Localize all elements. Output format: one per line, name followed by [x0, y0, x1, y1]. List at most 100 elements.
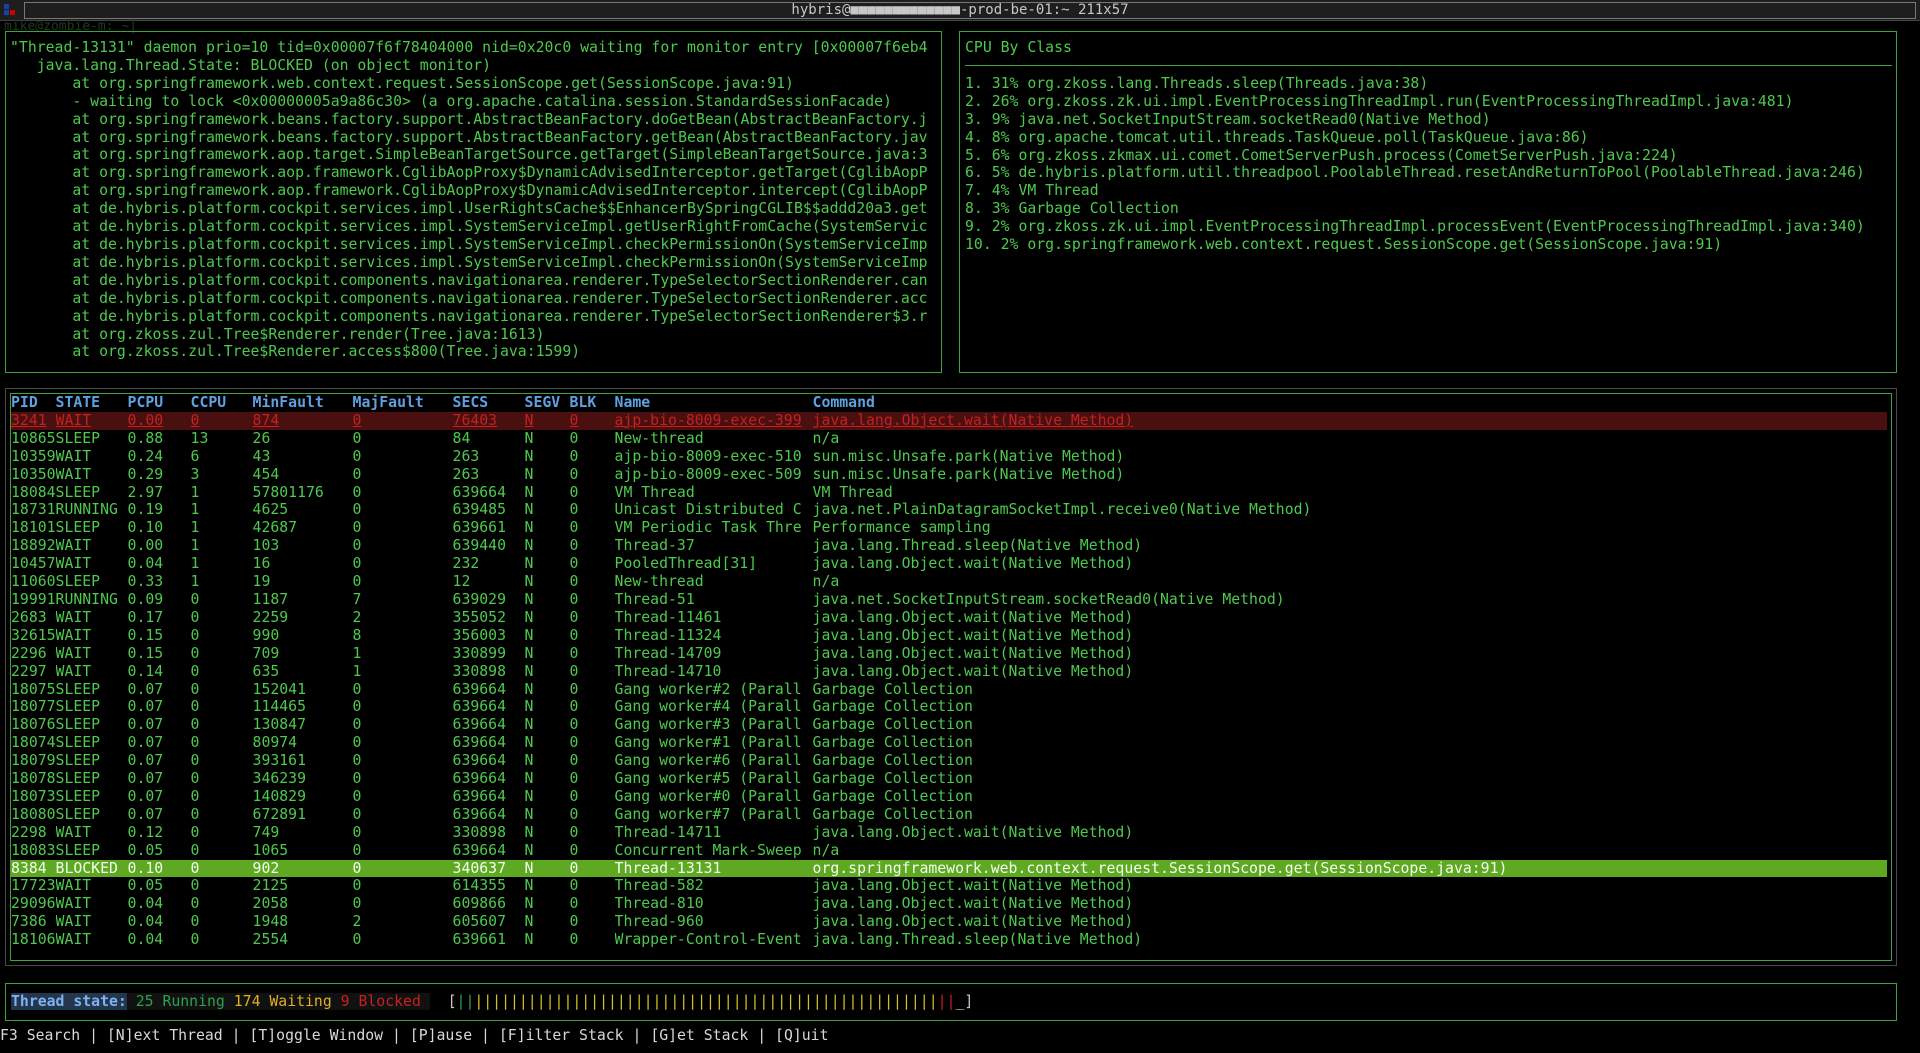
- cell-ccpu: 1: [190, 519, 200, 537]
- cell-command: sun.misc.Unsafe.park(Native Method): [812, 465, 1125, 483]
- table-row[interactable]: 18892 WAIT 0.00 1 103 0 639440 N 0 Thread-37 java.…: [11, 537, 1887, 555]
- column-header-state[interactable]: STATE: [56, 394, 128, 412]
- cell-ccpu: 0: [190, 823, 200, 841]
- cell-state: WAIT: [55, 931, 92, 949]
- cell-pid: 18106: [11, 931, 56, 949]
- cell-pcpu: 0.07: [127, 680, 164, 698]
- cell-pcpu: 0.05: [127, 841, 164, 859]
- keybinding-footer: F3 Search | [N]ext Thread | [T]oggle Win…: [0, 1027, 829, 1044]
- cell-name: Wrapper-Control-Event: [614, 931, 802, 949]
- table-row[interactable]: 18101 SLEEP 0.10 1 42687 0 639661 N 0 VM Periodic…: [11, 519, 1887, 537]
- table-row[interactable]: 2296 WAIT 0.15 0 709 1 330899 N 0 Thread-14709 jav…: [11, 645, 1887, 663]
- table-row[interactable]: 2683 WAIT 0.17 0 2259 2 355052 N 0 Thread-11461 ja…: [11, 609, 1887, 627]
- column-header-segv[interactable]: SEGV: [525, 394, 570, 412]
- cell-secs: 639664: [452, 805, 506, 823]
- table-row[interactable]: 11060 SLEEP 0.33 1 19 0 12 N 0 New-thread n/a: [11, 573, 1887, 591]
- table-row[interactable]: 32615 WAIT 0.15 0 990 8 356003 N 0 Thread-11324 ja…: [11, 627, 1887, 645]
- table-row[interactable]: 18073 SLEEP 0.07 0 140829 0 639664 N 0 Gang worke…: [11, 788, 1887, 806]
- cell-ccpu: 1: [190, 483, 200, 501]
- cell-pcpu: 0.07: [127, 787, 164, 805]
- cell-pcpu: 0.07: [127, 770, 164, 788]
- cell-segv: N: [524, 662, 534, 680]
- cell-segv: N: [524, 734, 534, 752]
- table-row[interactable]: 2297 WAIT 0.14 0 635 1 330898 N 0 Thread-14710 jav…: [11, 663, 1887, 681]
- table-row[interactable]: 18084 SLEEP 2.97 1 57801176 0 639664 N 0 VM Threa…: [11, 484, 1887, 502]
- table-row[interactable]: 29096 WAIT 0.04 0 2058 0 609866 N 0 Thread-810 jav…: [11, 895, 1887, 913]
- column-header-pid[interactable]: PID: [11, 394, 56, 412]
- table-row[interactable]: 10457 WAIT 0.04 1 16 0 232 N 0 PooledThread[31] ja…: [11, 555, 1887, 573]
- table-row[interactable]: 18076 SLEEP 0.07 0 130847 0 639664 N 0 Gang worke…: [11, 716, 1887, 734]
- stack-trace-line: at de.hybris.platform.cockpit.components…: [10, 289, 928, 307]
- table-row[interactable]: 2298 WAIT 0.12 0 749 0 330898 N 0 Thread-14711 jav…: [11, 824, 1887, 842]
- column-header-secs[interactable]: SECS: [453, 394, 525, 412]
- cell-state: WAIT: [55, 465, 92, 483]
- cell-secs: 330898: [452, 823, 506, 841]
- cell-segv: N: [524, 859, 570, 878]
- cell-majfault: 0: [352, 805, 362, 823]
- cell-name: VM Periodic Task Thre: [614, 519, 802, 537]
- table-row[interactable]: 10359 WAIT 0.24 6 43 0 263 N 0 ajp-bio-8009-exec-…: [11, 448, 1887, 466]
- stack-trace-line: at org.springframework.web.context.reque…: [10, 74, 794, 92]
- table-row[interactable]: 18079 SLEEP 0.07 0 393161 0 639664 N 0 Gang worke…: [11, 752, 1887, 770]
- cell-secs: 263: [452, 465, 480, 483]
- table-row[interactable]: 19991 RUNNING 0.09 0 1187 7 639029 N 0 Thread-51 j…: [11, 591, 1887, 609]
- cell-pid: 18892: [11, 537, 56, 555]
- table-row[interactable]: 18106 WAIT 0.04 0 2554 0 639661 N 0 Wrapper-Contr…: [11, 931, 1887, 949]
- cell-segv: N: [524, 787, 534, 805]
- cell-minfault: 2125: [252, 877, 289, 895]
- column-header-ccpu[interactable]: CCPU: [191, 394, 253, 412]
- table-row[interactable]: 17723 WAIT 0.05 0 2125 0 614355 N 0 Thread-582 jav…: [11, 877, 1887, 895]
- cell-name: Gang worker#7 (Parall: [614, 805, 802, 823]
- column-header-name[interactable]: Name: [615, 394, 813, 412]
- table-row[interactable]: 10865 SLEEP 0.88 13 26 0 84 N 0 New-thread n/a: [11, 430, 1887, 448]
- cell-blk: 0: [569, 698, 579, 716]
- table-row[interactable]: 18075 SLEEP 0.07 0 152041 0 639664 N 0 Gang worke…: [11, 681, 1887, 699]
- cell-pcpu: 0.10: [127, 859, 191, 878]
- cpu-class-item: 7. 4% VM Thread: [965, 182, 1099, 200]
- cell-secs: 12: [452, 573, 471, 591]
- cell-ccpu: 0: [190, 716, 200, 734]
- cell-secs: 76403: [452, 411, 525, 430]
- column-header-majfault[interactable]: MajFault: [353, 394, 453, 412]
- waiting-count: 174 Waiting: [233, 993, 332, 1010]
- stack-trace-line: at de.hybris.platform.cockpit.services.i…: [10, 218, 928, 236]
- cell-blk: 0: [569, 662, 579, 680]
- cell-minfault: 130847: [252, 716, 306, 734]
- cell-secs: 340637: [452, 859, 525, 878]
- table-row[interactable]: 18731 RUNNING 0.19 1 4625 0 639485 N 0 Unicast Di…: [11, 501, 1887, 519]
- stack-trace-line: - waiting to lock <0x00000005a9a86c30> (…: [10, 92, 892, 110]
- cell-majfault: 0: [352, 823, 362, 841]
- table-row[interactable]: 3241 WAIT 0.00 0 874 0 76403 N 0 ajp-bio-8009-exe…: [11, 411, 1887, 430]
- table-row[interactable]: 7386 WAIT 0.04 0 1948 2 605607 N 0 Thread-960 java…: [11, 913, 1887, 931]
- table-row[interactable]: 18080 SLEEP 0.07 0 672891 0 639664 N 0 Gang worke…: [11, 806, 1887, 824]
- cell-command: java.lang.Object.wait(Native Method): [812, 877, 1134, 895]
- table-row[interactable]: 18078 SLEEP 0.07 0 346239 0 639664 N 0 Gang worke…: [11, 770, 1887, 788]
- stack-trace-line: java.lang.Thread.State: BLOCKED (on obje…: [10, 56, 492, 74]
- table-row[interactable]: 10350 WAIT 0.29 3 454 0 263 N 0 ajp-bio-8009-exec…: [11, 466, 1887, 484]
- cell-secs: 639664: [452, 787, 506, 805]
- column-header-command[interactable]: Command: [813, 394, 1887, 412]
- cell-minfault: 1948: [252, 913, 289, 931]
- cell-name: Gang worker#5 (Parall: [614, 770, 802, 788]
- table-row[interactable]: 18077 SLEEP 0.07 0 114465 0 639664 N 0 Gang worke…: [11, 698, 1887, 716]
- cell-pid: 18079: [11, 752, 56, 770]
- column-header-blk[interactable]: BLK: [570, 394, 615, 412]
- stack-trace-line: at de.hybris.platform.cockpit.services.i…: [10, 200, 928, 218]
- table-row[interactable]: 18083 SLEEP 0.05 0 1065 0 639664 N 0 Concurrent M…: [11, 842, 1887, 860]
- cell-command: java.lang.Object.wait(Native Method): [812, 626, 1134, 644]
- cell-blk: 0: [569, 770, 579, 788]
- cell-pcpu: 0.07: [127, 752, 164, 770]
- cell-minfault: 114465: [252, 698, 306, 716]
- cell-secs: 356003: [452, 626, 506, 644]
- table-row[interactable]: 18074 SLEEP 0.07 0 80974 0 639664 N 0 Gang worker…: [11, 734, 1887, 752]
- column-header-pcpu[interactable]: PCPU: [128, 394, 191, 412]
- column-header-minfault[interactable]: MinFault: [253, 394, 353, 412]
- table-row[interactable]: 8384 BLOCKED 0.10 0 902 0 340637 N 0 Thread-13131…: [11, 859, 1887, 878]
- thread-state-panel: Thread state: 25 Running 174 Waiting 9 B…: [5, 983, 1897, 1021]
- cell-name: Thread-11461: [614, 608, 722, 626]
- cell-pid: 29096: [11, 895, 56, 913]
- cell-name: Thread-14709: [614, 644, 722, 662]
- cell-command: java.net.PlainDatagramSocketImpl.receive…: [812, 501, 1312, 519]
- cell-majfault: 2: [352, 608, 362, 626]
- cell-name: Thread-582: [614, 877, 704, 895]
